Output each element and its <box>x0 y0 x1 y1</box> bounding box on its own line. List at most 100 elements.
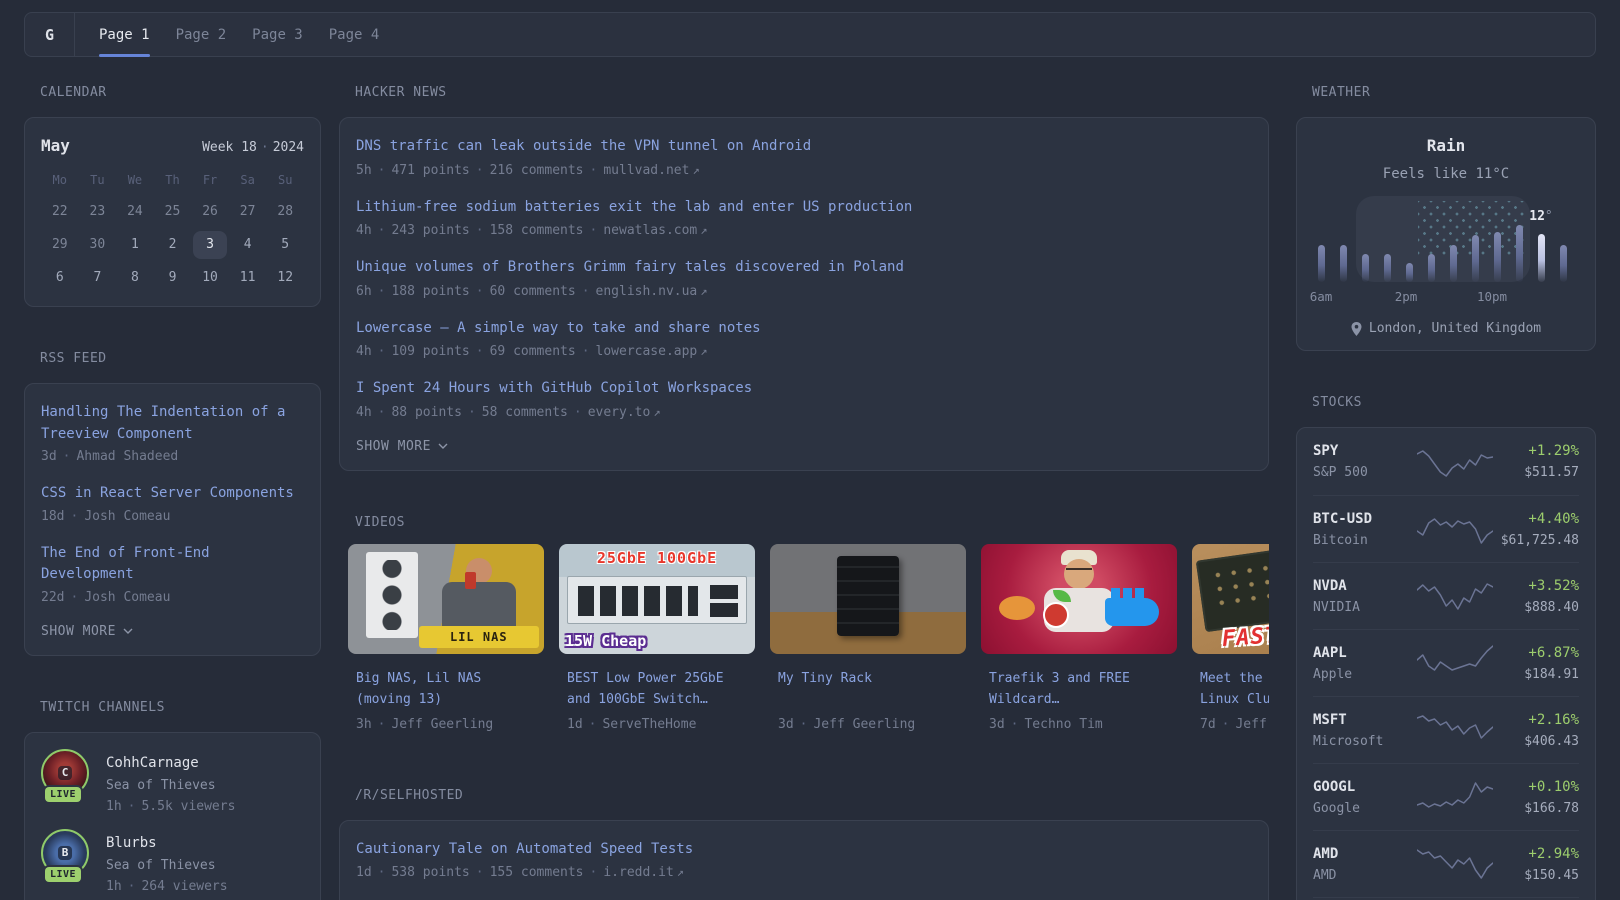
hn-item-title[interactable]: DNS traffic can leak outside the VPN tun… <box>356 136 1252 158</box>
dot-separator: · <box>127 798 136 814</box>
hackernews-section-label: HACKER NEWS <box>355 85 447 100</box>
stock-row-aapl[interactable]: AAPL Apple +6.87% $184.91 <box>1313 629 1579 696</box>
nav-tabs: Page 1 Page 2 Page 3 Page 4 <box>99 13 380 57</box>
calendar-day: 7 <box>93 270 102 285</box>
video-thumbnail[interactable] <box>770 543 966 654</box>
videos-section-label: VIDEOS <box>355 514 405 530</box>
stock-price: $166.78 <box>1524 800 1579 816</box>
stock-symbol: SPY <box>1313 443 1339 459</box>
calendar-day: 12 <box>277 270 294 285</box>
tab-page-4[interactable]: Page 4 <box>329 13 380 56</box>
chevron-down-icon <box>123 628 133 634</box>
stock-row-amd[interactable]: AMD AMD +2.94% $150.45 <box>1313 830 1579 897</box>
stock-name: Apple <box>1313 666 1353 682</box>
video-card-big-nas[interactable]: LIL NAS Big NAS, Lil NAS (moving 13) 3h ·… <box>348 543 544 732</box>
video-card-tiny-rack[interactable]: My Tiny Rack 3d · Jeff Geerling <box>770 543 966 732</box>
weekday-label: Sa <box>240 173 255 187</box>
video-title[interactable]: Meet the Linux Clu <box>1200 668 1269 711</box>
calendar-day: 9 <box>168 270 177 285</box>
twitch-meta: 1h · 264 viewers <box>106 878 228 894</box>
stock-change: +1.29% <box>1528 443 1579 459</box>
twitch-channel-blurbs[interactable]: B LIVE Blurbs Sea of Thieves 1h · 264 view… <box>41 828 304 895</box>
hn-item-domain-link[interactable]: every.to ↗ <box>588 405 661 420</box>
stock-price: $61,725.48 <box>1500 532 1579 548</box>
stock-price: $184.91 <box>1524 666 1579 682</box>
hn-item-domain-link[interactable]: english.nv.ua ↗ <box>596 284 708 299</box>
rss-show-more-button[interactable]: SHOW MORE <box>41 624 304 639</box>
tab-page-1[interactable]: Page 1 <box>99 13 150 57</box>
calendar-day-selected: 3 <box>193 231 227 259</box>
stock-name: NVIDIA <box>1313 599 1360 615</box>
video-title[interactable]: Traefik 3 and FREE Wildcard… <box>989 668 1169 711</box>
chevron-down-icon <box>438 443 448 449</box>
calendar-day: 22 <box>51 204 68 219</box>
reddit-item-domain-link[interactable]: i.redd.it ↗ <box>603 865 684 880</box>
hn-item-title[interactable]: Lithium-free sodium batteries exit the l… <box>356 197 1252 219</box>
weather-hourly-chart: 12° <box>1313 196 1579 282</box>
hn-item: I Spent 24 Hours with GitHub Copilot Wor… <box>356 378 1252 422</box>
weather-bar <box>1317 245 1325 282</box>
video-title[interactable]: Big NAS, Lil NAS (moving 13) <box>356 668 536 711</box>
stock-change: +3.52% <box>1528 577 1579 594</box>
hn-item-domain-link[interactable]: mullvad.net ↗ <box>603 163 699 178</box>
stock-price: $150.45 <box>1524 867 1579 883</box>
thumb-tag-text: 15W Cheap <box>565 631 647 650</box>
stock-row-nvda[interactable]: NVDA NVIDIA +3.52% $888.40 <box>1313 562 1579 629</box>
reddit-item: Cautionary Tale on Automated Speed Tests… <box>356 839 1252 883</box>
rss-item-title[interactable]: CSS in React Server Components <box>41 483 304 505</box>
stock-sparkline <box>1416 509 1494 549</box>
external-link-icon: ↗ <box>653 404 661 419</box>
stock-row-btc[interactable]: BTC-USD Bitcoin +4.40% $61,725.48 <box>1313 495 1579 562</box>
weather-bar <box>1383 254 1391 282</box>
videos-carousel[interactable]: LIL NAS Big NAS, Lil NAS (moving 13) 3h ·… <box>348 543 1269 732</box>
stock-price: $888.40 <box>1524 599 1579 615</box>
stock-row-msft[interactable]: MSFT Microsoft +2.16% $406.43 <box>1313 696 1579 763</box>
dot-separator: · <box>70 508 79 524</box>
hn-item-title[interactable]: Lowercase – A simple way to take and sha… <box>356 318 1252 340</box>
hn-item: Unique volumes of Brothers Grimm fairy t… <box>356 257 1252 301</box>
video-thumbnail[interactable]: FAST <box>1192 543 1269 654</box>
dot-separator: · <box>260 140 269 155</box>
video-card-traefik[interactable]: Traefik 3 and FREE Wildcard… 3d · Techno T… <box>981 543 1177 732</box>
hn-item-meta: 5h · 471 points · 216 comments · mullvad.net ↗ <box>356 162 700 178</box>
twitch-channel-name: CohhCarnage <box>106 754 199 771</box>
video-title[interactable]: BEST Low Power 25GbE and 100GbE Switch… <box>567 668 747 711</box>
hn-item-title[interactable]: Unique volumes of Brothers Grimm fairy t… <box>356 257 1252 279</box>
left-column: CALENDAR May Week 18 · 2024 Mo Tu We Th Fr… <box>24 85 321 900</box>
external-link-icon: ↗ <box>700 223 708 237</box>
video-thumbnail[interactable]: 25GbE 100GbE 15W Cheap <box>559 543 755 654</box>
twitch-channel-cohhcarnage[interactable]: C LIVE CohhCarnage Sea of Thieves 1h · 5.5… <box>41 748 304 815</box>
rss-item-title[interactable]: The End of Front-End Development <box>41 543 304 586</box>
external-link-icon: ↗ <box>700 283 708 298</box>
stocks-section-label: STOCKS <box>1312 395 1362 410</box>
video-card-linux-cluster[interactable]: FAST Meet the Linux Clu 7d·Jeff Geerling <box>1192 543 1269 732</box>
hn-show-more-button[interactable]: SHOW MORE <box>356 439 1252 454</box>
tab-page-2[interactable]: Page 2 <box>176 13 227 56</box>
app-logo[interactable]: G <box>25 13 75 56</box>
dot-separator: · <box>70 589 79 605</box>
stock-row-spy[interactable]: SPY S&P 500 +1.29% $511.57 <box>1313 428 1579 495</box>
stock-sparkline <box>1416 643 1494 683</box>
stock-symbol: AAPL <box>1313 644 1347 661</box>
videos-widget: VIDEOS LIL NAS Big NAS, Lil NAS (moving … <box>339 515 1269 732</box>
weekday-label: Mo <box>52 173 67 187</box>
hn-item-domain-link[interactable]: lowercase.app ↗ <box>596 344 708 359</box>
stock-change: +2.16% <box>1528 711 1579 728</box>
reddit-item-title[interactable]: Cautionary Tale on Automated Speed Tests <box>356 839 1252 861</box>
video-thumbnail[interactable] <box>981 543 1177 654</box>
hn-item: Lowercase – A simple way to take and sha… <box>356 318 1252 362</box>
weather-feels-like: Feels like 11°C <box>1382 166 1510 182</box>
stock-sparkline <box>1416 710 1494 750</box>
video-thumbnail[interactable]: LIL NAS <box>348 543 544 654</box>
video-card-switch[interactable]: 25GbE 100GbE 15W Cheap BEST Low Power 25… <box>559 543 755 732</box>
video-title[interactable]: My Tiny Rack <box>778 668 958 711</box>
hn-item-domain-link[interactable]: newatlas.com ↗ <box>603 223 707 238</box>
weekday-label: We <box>127 173 143 187</box>
pc-case-art <box>366 551 418 638</box>
tab-page-3[interactable]: Page 3 <box>252 13 303 56</box>
hn-item-title[interactable]: I Spent 24 Hours with GitHub Copilot Wor… <box>356 378 1252 400</box>
stock-row-googl[interactable]: GOOGL Google +0.10% $166.78 <box>1313 763 1579 830</box>
thumb-banner-text: LIL NAS <box>418 625 539 648</box>
calendar-day: 26 <box>202 204 218 219</box>
rss-item-title[interactable]: Handling The Indentation of a Treeview C… <box>41 402 304 445</box>
